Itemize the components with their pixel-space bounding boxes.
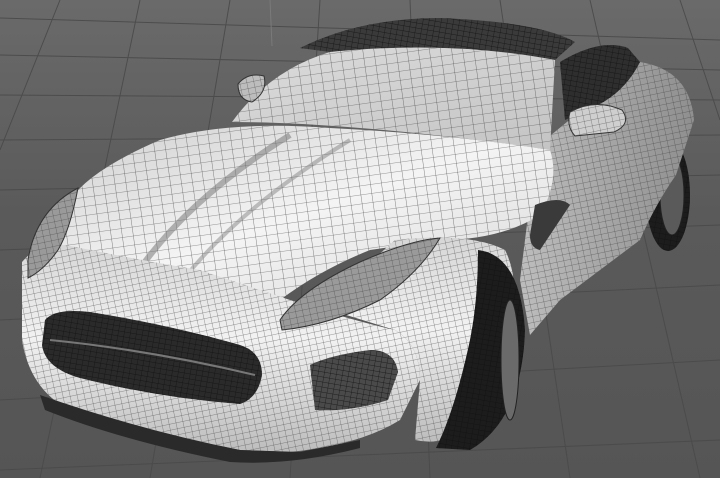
world-axis-line: [269, 0, 273, 47]
3d-viewport[interactable]: [0, 0, 720, 478]
viewport-canvas[interactable]: [0, 0, 720, 478]
